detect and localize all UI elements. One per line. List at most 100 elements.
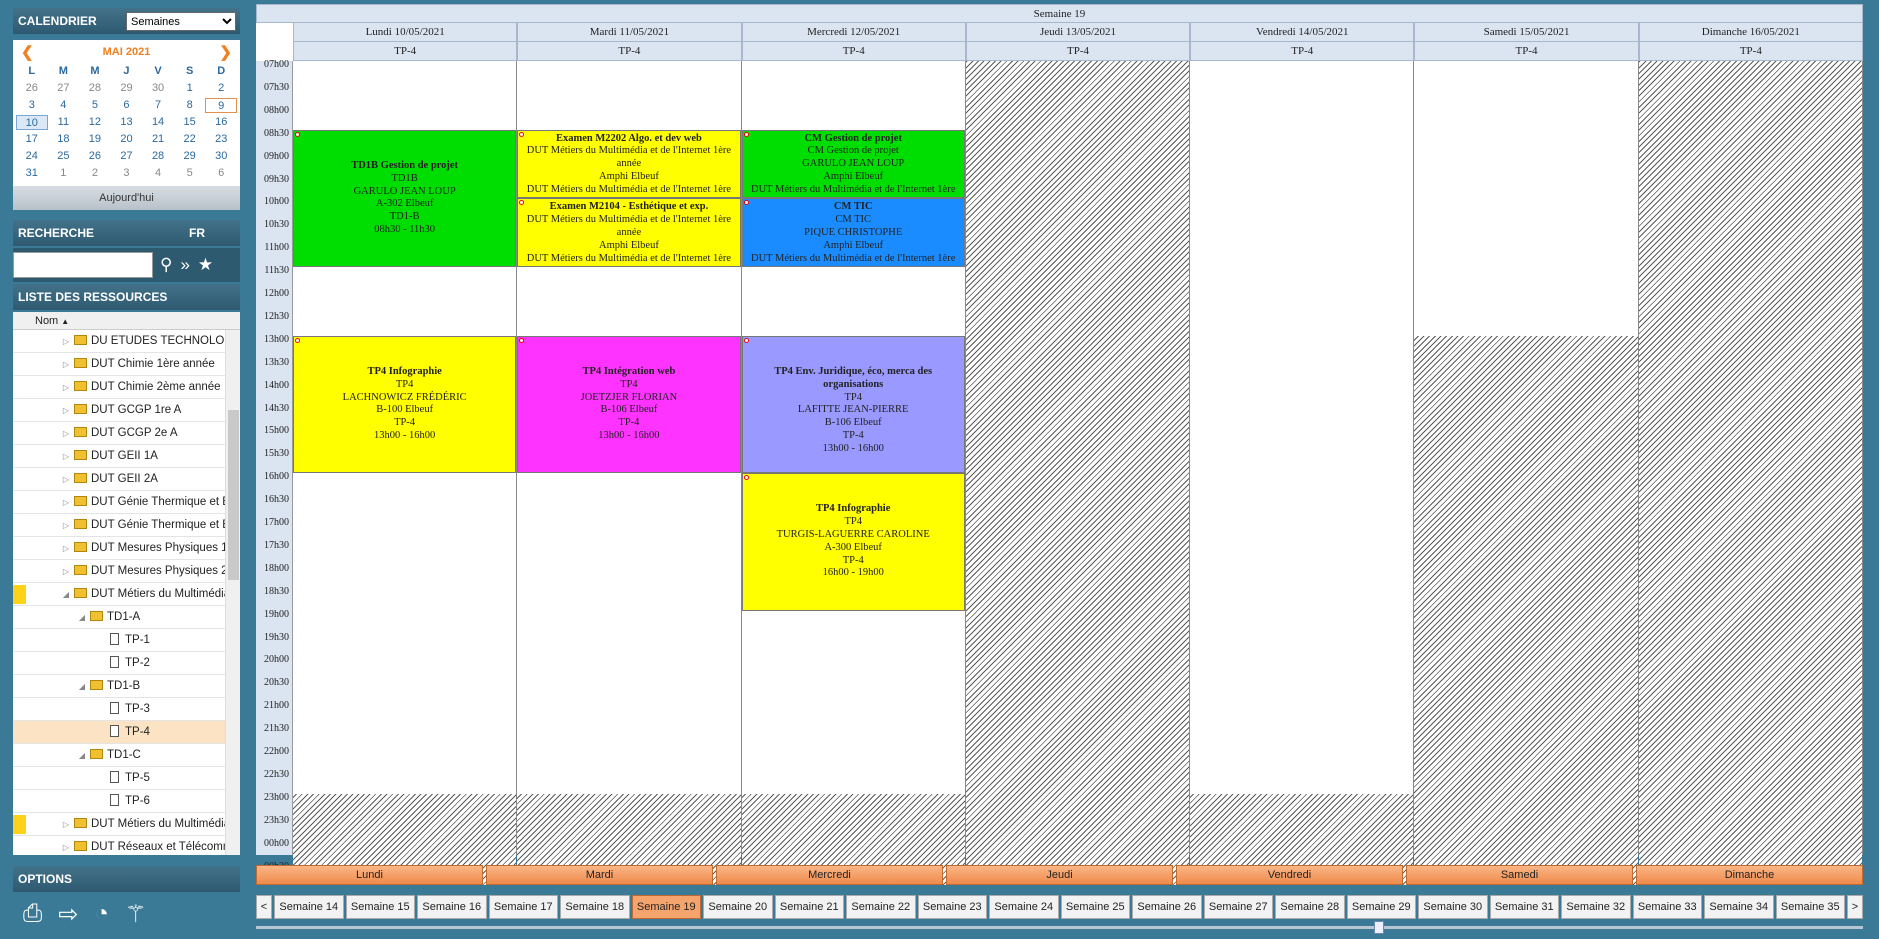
calendar-day[interactable]: 26 <box>16 81 48 96</box>
calendar-day[interactable]: 4 <box>142 166 174 181</box>
column-header-name[interactable]: Nom ▲ <box>13 312 240 330</box>
calendar-day[interactable]: 13 <box>111 115 143 130</box>
view-select[interactable]: Semaines <box>126 12 236 31</box>
expand-toggle-icon[interactable]: ▷ <box>61 331 71 352</box>
calendar-day[interactable]: 30 <box>142 81 174 96</box>
week-button[interactable]: Semaine 30 <box>1418 895 1488 919</box>
day-header[interactable]: Samedi 15/05/2021 <box>1414 23 1639 42</box>
day-tab[interactable]: Mardi <box>486 865 713 885</box>
calendar-day[interactable]: 2 <box>79 166 111 181</box>
expand-toggle-icon[interactable]: ◢ <box>77 745 87 766</box>
day-header[interactable]: Jeudi 13/05/2021 <box>965 23 1191 42</box>
week-button[interactable]: Semaine 28 <box>1275 895 1345 919</box>
tree-item[interactable]: TP-1 <box>13 629 225 652</box>
tree-item[interactable]: TP-3 <box>13 698 225 721</box>
expand-toggle-icon[interactable]: ▷ <box>61 354 71 375</box>
tree-item[interactable]: ▷ DUT Réseaux et Télécommunications <box>13 836 225 855</box>
course-event[interactable]: TP4 Infographie TP4 TURGIS-LAGUERRE CAROLI… <box>741 473 965 611</box>
tree-item[interactable]: ▷ DUT Mesures Physiques 2A <box>13 560 225 583</box>
week-button[interactable]: Semaine 14 <box>274 895 344 919</box>
course-event[interactable]: TP4 Intégration web TP4 JOETZJER FLORIAN B-… <box>517 335 741 474</box>
week-button[interactable]: Semaine 16 <box>417 895 487 919</box>
course-event[interactable]: Examen M2104 - Esthétique et exp. DUT Mét… <box>517 198 741 268</box>
slider-knob[interactable] <box>1374 921 1384 934</box>
day-tab[interactable]: Samedi <box>1406 865 1633 885</box>
tree-scrollbar[interactable] <box>225 330 240 855</box>
expand-toggle-icon[interactable]: ▷ <box>61 469 71 490</box>
print-icon[interactable]: ⎙ <box>23 900 42 929</box>
expand-toggle-icon[interactable]: ▷ <box>61 400 71 421</box>
tree-item[interactable]: ▷ DU ETUDES TECHNOLOGIQUES INTERNATIONALE… <box>13 330 225 353</box>
expand-toggle-icon[interactable]: ◢ <box>77 607 87 628</box>
tree-item[interactable]: ▷ DUT Génie Thermique et Energie 1A <box>13 491 225 514</box>
calendar-day[interactable]: 7 <box>142 98 174 113</box>
course-event[interactable]: CM TIC CM TIC PIQUE CHRISTOPHE Amphi Elbeuf… <box>741 198 965 268</box>
tree-item[interactable]: TP-5 <box>13 767 225 790</box>
week-button[interactable]: Semaine 35 <box>1775 895 1845 919</box>
calendar-day[interactable]: 27 <box>48 81 80 96</box>
tree-item[interactable]: ▷ DUT Chimie 1ère année <box>13 353 225 376</box>
today-button[interactable]: Aujourd'hui <box>13 186 240 210</box>
calendar-day[interactable]: 8 <box>174 98 206 113</box>
tree-item[interactable]: ▷ DUT GEII 2A <box>13 468 225 491</box>
calendar-day[interactable]: 23 <box>205 132 237 147</box>
expand-toggle-icon[interactable]: ▷ <box>61 492 71 513</box>
course-event[interactable]: CM Gestion de projet CM Gestion de projet… <box>741 129 965 199</box>
calendar-day[interactable]: 3 <box>111 166 143 181</box>
week-button[interactable]: Semaine 26 <box>1132 895 1202 919</box>
day-header[interactable]: Mercredi 12/05/2021 <box>741 23 966 42</box>
magic-wand-icon[interactable]: ⚚ <box>125 900 147 929</box>
tree-item[interactable]: ◢ TD1-C <box>13 744 225 767</box>
next-month-icon[interactable]: ❯ <box>219 43 232 61</box>
calendar-day[interactable]: 16 <box>205 115 237 130</box>
calendar-day[interactable]: 1 <box>174 81 206 96</box>
next-week-button[interactable]: > <box>1847 895 1863 919</box>
calendar-day[interactable]: 6 <box>111 98 143 113</box>
week-button[interactable]: Semaine 15 <box>345 895 415 919</box>
week-button[interactable]: Semaine 21 <box>774 895 844 919</box>
calendar-day[interactable]: 27 <box>111 149 143 164</box>
week-button[interactable]: Semaine 24 <box>989 895 1059 919</box>
day-tab[interactable]: Vendredi <box>1176 865 1403 885</box>
week-button[interactable]: Semaine 31 <box>1489 895 1559 919</box>
week-button[interactable]: Semaine 32 <box>1561 895 1631 919</box>
week-button[interactable]: Semaine 18 <box>560 895 630 919</box>
calendar-day[interactable]: 28 <box>142 149 174 164</box>
expand-toggle-icon[interactable]: ▷ <box>61 377 71 398</box>
week-button[interactable]: Semaine 22 <box>846 895 916 919</box>
tree-item[interactable]: TP-6 <box>13 790 225 813</box>
week-button[interactable]: Semaine 34 <box>1704 895 1774 919</box>
week-button[interactable]: Semaine 23 <box>917 895 987 919</box>
calendar-day[interactable]: 22 <box>174 132 206 147</box>
week-button[interactable]: Semaine 33 <box>1632 895 1702 919</box>
rss-icon[interactable]: ◔ <box>94 900 109 929</box>
calendar-day[interactable]: 17 <box>16 132 48 147</box>
calendar-day[interactable]: 18 <box>48 132 80 147</box>
week-button[interactable]: Semaine 27 <box>1203 895 1273 919</box>
lang-label[interactable]: FR <box>189 220 205 246</box>
calendar-day[interactable]: 25 <box>48 149 80 164</box>
course-event[interactable]: TP4 Infographie TP4 LACHNOWICZ FRÉDÉRIC B-1… <box>293 335 517 474</box>
calendar-day[interactable]: 10 <box>16 115 48 130</box>
tree-item[interactable]: ▷ DUT GCGP 2e A <box>13 422 225 445</box>
tree-item[interactable]: ◢ TD1-A <box>13 606 225 629</box>
week-button[interactable]: Semaine 20 <box>703 895 773 919</box>
calendar-day[interactable]: 31 <box>16 166 48 181</box>
expand-toggle-icon[interactable]: ◢ <box>77 676 87 697</box>
day-tab[interactable]: Lundi <box>256 865 483 885</box>
tree-item[interactable]: TP-4 <box>13 721 225 744</box>
calendar-day[interactable]: 5 <box>174 166 206 181</box>
day-tab[interactable]: Jeudi <box>946 865 1173 885</box>
tree-item[interactable]: ◢ TD1-B <box>13 675 225 698</box>
week-button[interactable]: Semaine 17 <box>488 895 558 919</box>
tree-item[interactable]: ▷ DUT Métiers du Multimédia et de l'Inter… <box>13 813 225 836</box>
calendar-day[interactable]: 11 <box>48 115 80 130</box>
calendar-day[interactable]: 3 <box>16 98 48 113</box>
search-icon[interactable]: ⚲ <box>160 255 172 275</box>
prev-week-button[interactable]: < <box>256 895 272 919</box>
calendar-day[interactable]: 20 <box>111 132 143 147</box>
day-header[interactable]: Mardi 11/05/2021 <box>517 23 742 42</box>
calendar-day[interactable]: 5 <box>79 98 111 113</box>
tree-item[interactable]: ▷ DUT Génie Thermique et Energie 2A <box>13 514 225 537</box>
expand-toggle-icon[interactable]: ▷ <box>61 515 71 536</box>
